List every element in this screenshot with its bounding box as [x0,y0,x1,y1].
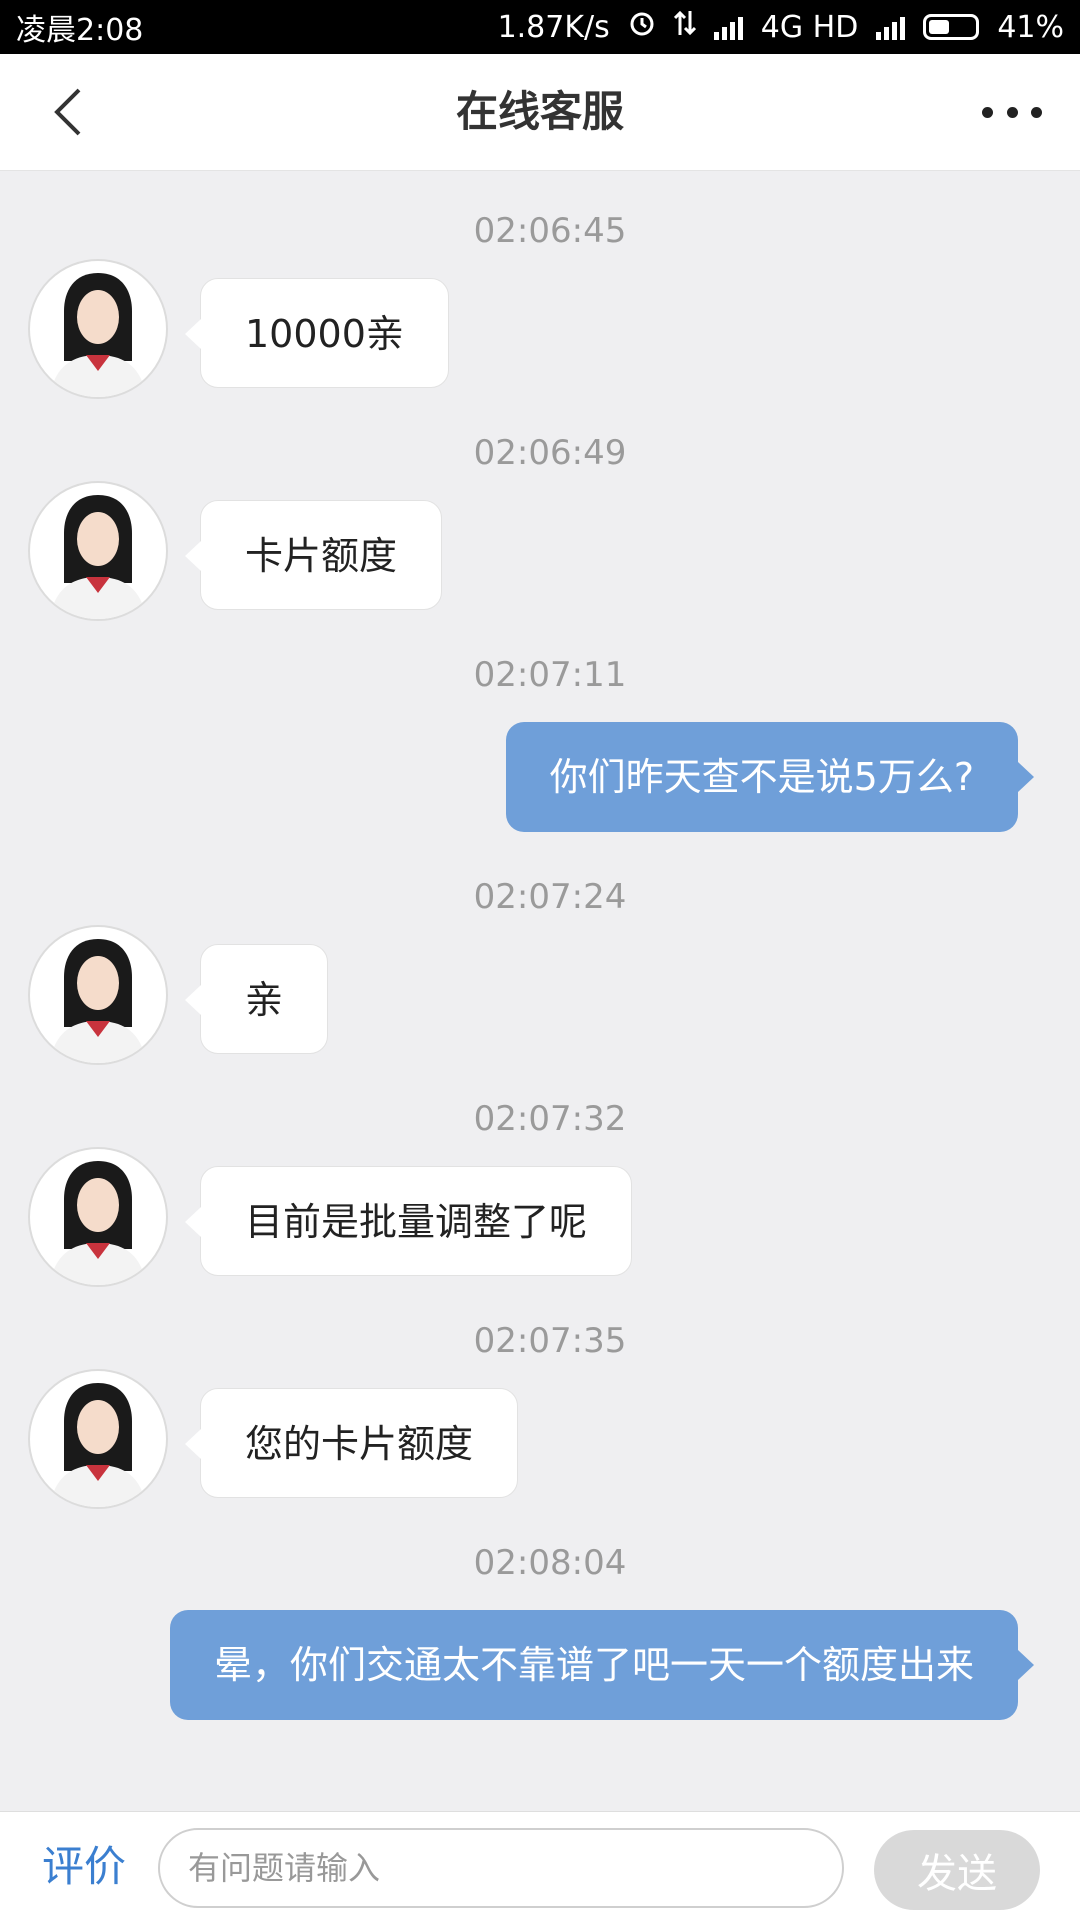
status-indicators: 1.87K/s 4G HD 41% [498,9,1064,45]
signal-icon [876,14,906,40]
message-input[interactable] [158,1828,844,1908]
incoming-message-bubble[interactable]: 10000亲 [185,278,449,388]
status-time: 凌晨2:08 [16,13,144,48]
status-bar: 凌晨2:08 1.87K/s 4G HD 41% [0,0,1080,54]
avatar[interactable] [28,481,168,621]
chat-list[interactable]: 02:06:45 10000亲 02:06:49 卡片额度 02:07:11 你… [0,171,1080,1811]
signal-icon [713,14,743,40]
battery-icon [923,14,980,40]
avatar[interactable] [28,1147,168,1287]
header-bar: 在线客服 [0,54,1080,171]
message-timestamp: 02:06:45 [473,211,627,251]
incoming-message-bubble[interactable]: 卡片额度 [184,500,443,610]
avatar[interactable] [28,1369,168,1509]
message-timestamp: 02:07:24 [473,877,627,917]
avatar[interactable] [28,925,168,1065]
incoming-message-bubble[interactable]: 目前是批量调整了呢 [184,1166,633,1276]
outgoing-message-bubble[interactable]: 你们昨天查不是说5万么? [505,722,1035,832]
more-dots-icon[interactable] [982,94,1042,130]
message-timestamp: 02:07:35 [473,1321,627,1361]
send-button[interactable]: 发送 [874,1830,1040,1910]
avatar[interactable] [28,259,168,399]
message-timestamp: 02:08:04 [473,1543,627,1583]
net-speed: 1.87K/s [497,9,610,45]
page-title: 在线客服 [455,87,624,136]
message-timestamp: 02:07:11 [473,655,627,695]
incoming-message-bubble[interactable]: 亲 [184,944,329,1054]
rate-button[interactable]: 评价 [42,1812,126,1921]
alarm-icon [628,9,656,45]
message-timestamp: 02:06:49 [473,433,627,473]
battery-level: 41% [997,9,1064,45]
incoming-message-bubble[interactable]: 您的卡片额度 [184,1388,519,1498]
message-timestamp: 02:07:32 [473,1099,627,1139]
message-input-bar: 评价 发送 [0,1811,1080,1921]
outgoing-message-bubble[interactable]: 晕，你们交通太不靠谱了吧一天一个额度出来 [169,1610,1035,1720]
data-transfer-icon [673,9,696,45]
network-type: 4G HD [760,9,859,45]
